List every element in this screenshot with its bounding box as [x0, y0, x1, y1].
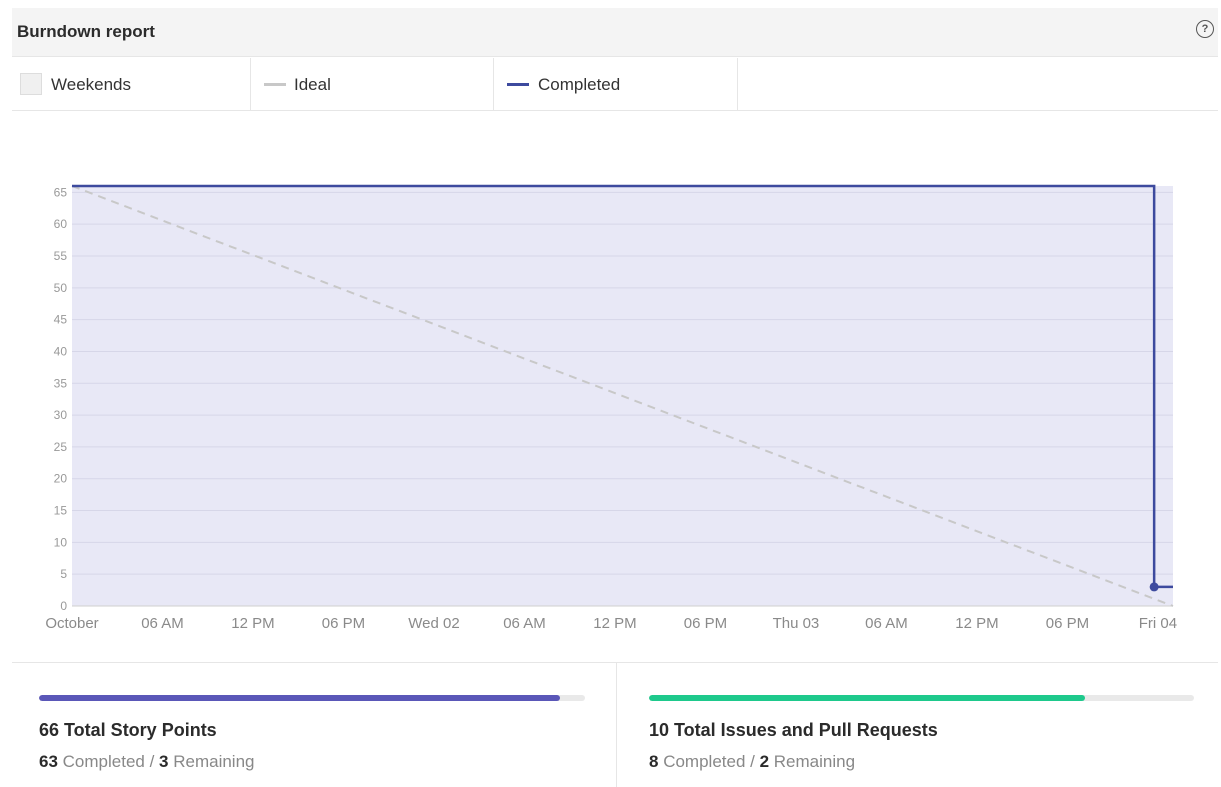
- y-tick-label: 60: [54, 217, 68, 231]
- report-header: Burndown report ?: [12, 8, 1218, 57]
- y-tick-label: 0: [60, 599, 67, 613]
- chart-legend: Weekends Ideal Completed: [12, 58, 1218, 111]
- story-remaining-text: Remaining: [168, 752, 255, 771]
- y-tick-label: 5: [60, 567, 67, 581]
- y-tick-label: 25: [54, 440, 68, 454]
- y-tick-label: 40: [54, 344, 68, 358]
- y-tick-label: 55: [54, 249, 68, 263]
- x-tick-label: 06 PM: [1046, 615, 1089, 632]
- legend-item-completed[interactable]: Completed: [494, 58, 738, 110]
- x-tick-label: 06 PM: [322, 615, 365, 632]
- x-tick-label: 12 PM: [593, 615, 636, 632]
- page-title: Burndown report: [17, 22, 155, 41]
- y-tick-label: 65: [54, 185, 68, 199]
- x-tick-label: Thu 03: [773, 615, 820, 632]
- x-tick-label: Fri 04: [1139, 615, 1177, 632]
- legend-label-ideal: Ideal: [294, 75, 331, 94]
- completed-point: [1149, 582, 1159, 592]
- legend-label-weekends: Weekends: [51, 75, 132, 94]
- stats-vertical-divider: [616, 663, 617, 787]
- issues-progress-bar: [649, 695, 1194, 701]
- legend-item-ideal[interactable]: Ideal: [250, 58, 494, 110]
- ideal-swatch: [264, 83, 286, 86]
- y-tick-label: 20: [54, 472, 68, 486]
- y-tick-label: 50: [54, 281, 68, 295]
- y-tick-label: 35: [54, 376, 68, 390]
- legend-item-weekends[interactable]: Weekends: [12, 58, 251, 110]
- y-tick-label: 15: [54, 504, 68, 518]
- y-tick-label: 45: [54, 313, 68, 327]
- issues-total: 10 Total Issues and Pull Requests: [649, 720, 938, 740]
- x-tick-label: 06 AM: [503, 615, 546, 632]
- x-tick-label: 12 PM: [231, 615, 274, 632]
- story-points-progress-bar: [39, 695, 585, 701]
- burndown-chart-svg: 0 5 10 15 20 25 30 35 40 45 50 55 60 65 October 06 AM 12…: [45, 184, 1177, 632]
- y-tick-label: 10: [54, 535, 68, 549]
- y-tick-label: 30: [54, 408, 68, 422]
- x-tick-label: 06 AM: [865, 615, 908, 632]
- story-completed-value: 63: [39, 752, 58, 771]
- legend-label-completed: Completed: [538, 75, 621, 94]
- story-points-breakdown: 63 Completed / 3 Remaining: [39, 752, 255, 772]
- story-completed-text: Completed /: [57, 752, 160, 771]
- x-tick-label: 12 PM: [955, 615, 998, 632]
- help-icon[interactable]: ?: [1196, 20, 1214, 38]
- stats-divider: [12, 662, 1218, 663]
- x-tick-label: Wed 02: [408, 615, 459, 632]
- issues-breakdown: 8 Completed / 2 Remaining: [649, 752, 855, 772]
- x-tick-label: 06 PM: [684, 615, 727, 632]
- burndown-chart: 0 5 10 15 20 25 30 35 40 45 50 55 60 65 October 06 AM 12…: [0, 110, 1221, 640]
- x-tick-label: 06 AM: [141, 615, 184, 632]
- issues-completed-text: Completed /: [658, 752, 760, 771]
- story-remaining-value: 3: [159, 752, 169, 771]
- completed-swatch: [507, 83, 529, 86]
- issues-remaining-text: Remaining: [769, 752, 856, 771]
- x-tick-label: October: [45, 615, 98, 632]
- weekends-swatch: [20, 73, 42, 95]
- story-points-progress-fill: [39, 695, 561, 701]
- story-points-total: 66 Total Story Points: [39, 720, 217, 740]
- issues-remaining-value: 2: [759, 752, 770, 771]
- issues-progress-fill: [649, 695, 1085, 701]
